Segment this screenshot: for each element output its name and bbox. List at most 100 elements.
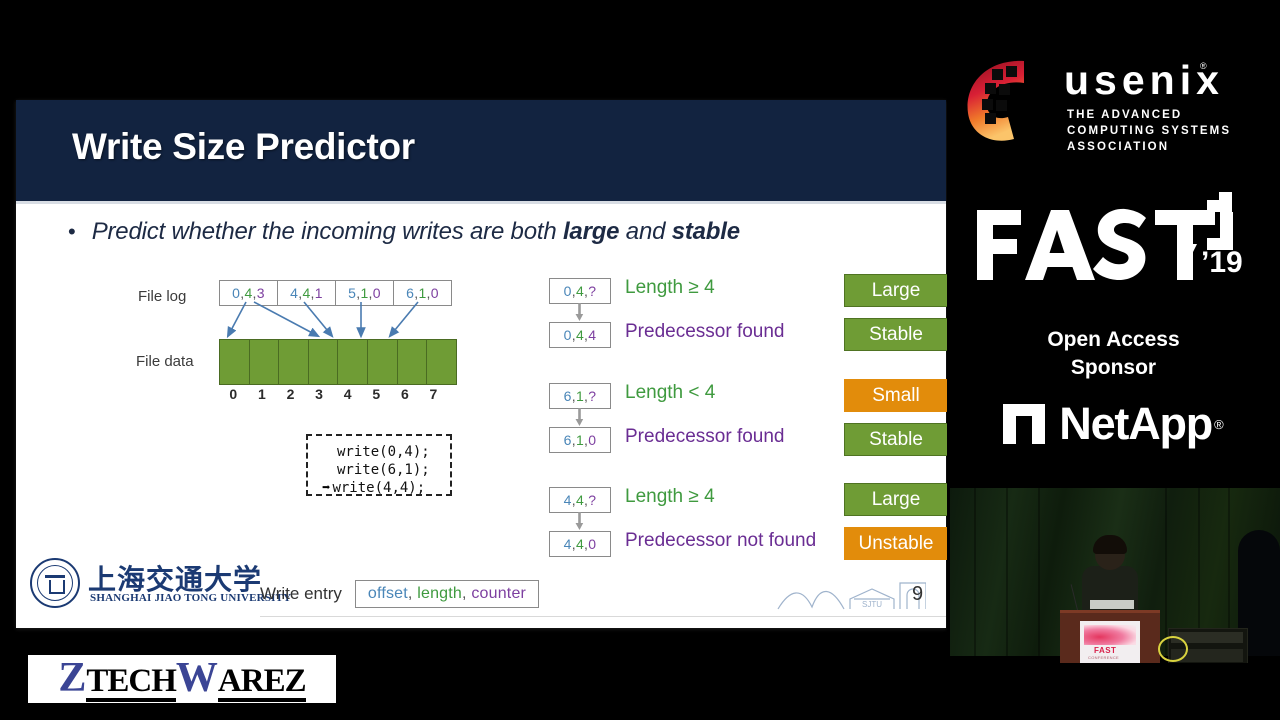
fast-year-text: ’19	[1201, 246, 1243, 279]
file-log-label: File log	[138, 288, 187, 305]
block-index-1: 1	[257, 386, 266, 402]
sponsor-line-2: Sponsor	[1070, 356, 1157, 379]
write-line-2: ➡ write(4,4);	[322, 479, 430, 497]
watermark-logo: Z TECH W AREZ	[28, 655, 336, 703]
podium-sign-swoosh	[1084, 625, 1136, 645]
bullet-prefix: Predict whether the incoming writes are …	[91, 218, 563, 245]
data-block-1	[249, 340, 280, 384]
stability-badge-1: Stable	[844, 423, 948, 456]
microphone-left-icon	[1070, 584, 1079, 612]
write-sequence-box: write(0,4); write(6,1); ➡ write(4,4);	[306, 434, 452, 496]
write-line-text-2: write(4,4);	[332, 480, 426, 496]
bullet-text: Predict whether the incoming writes are …	[92, 218, 740, 246]
campus-skyline-graphic: SJTU	[777, 582, 926, 610]
legend-label: Write entry	[260, 584, 342, 603]
netapp-logo: NetApp ®	[947, 396, 1280, 452]
flow-arrow-icon	[575, 408, 584, 426]
entry-before-0: 0, 4,?	[549, 278, 611, 304]
footer-rule	[260, 616, 946, 617]
data-block-2	[279, 340, 309, 384]
netapp-wordmark: NetApp	[1059, 398, 1213, 449]
write-sequence-lines: write(0,4); write(6,1); ➡ write(4,4);	[322, 443, 430, 497]
size-badge-2: Large	[844, 483, 948, 516]
podium: FAST CONFERENCE	[1060, 610, 1160, 663]
usenix-mark-icon	[967, 60, 1024, 141]
data-block-6	[397, 340, 428, 384]
watermark-tech: TECH	[86, 664, 177, 702]
bullet-middle: and	[619, 218, 672, 245]
title-band-edge	[16, 201, 946, 204]
fast-wordmark-icon: ’19	[977, 192, 1243, 281]
flow-arrow-icon	[575, 512, 584, 530]
bullet-row: • Predict whether the incoming writes ar…	[68, 218, 928, 246]
usenix-logo: usenix ® THE ADVANCED COMPUTING SYSTEMS …	[947, 45, 1280, 180]
stage-curtain-background: FAST CONFERENCE	[950, 488, 1280, 663]
university-seal-icon	[30, 558, 80, 608]
file-data-blocks	[219, 339, 457, 385]
usenix-tagline-2: COMPUTING SYSTEMS	[1067, 125, 1232, 137]
skyline-caption: SJTU	[862, 600, 882, 609]
watermark-w: W	[175, 654, 218, 701]
legend-box: offset, length, counter	[354, 580, 540, 608]
flow-arrow-icon	[575, 303, 584, 321]
file-data-label: File data	[136, 353, 194, 370]
bullet-bold-stable: stable	[671, 218, 740, 245]
watermark-z: Z	[58, 654, 87, 701]
result-text-1: Predecessor found	[625, 426, 785, 447]
university-seal-inner	[37, 565, 73, 601]
result-text-0: Predecessor found	[625, 321, 785, 342]
size-badge-0: Large	[844, 274, 948, 307]
block-index-2: 2	[286, 386, 295, 402]
legend-length: length	[417, 585, 463, 602]
file-data-index-row: 0 1 2 3 4 5 6 7	[219, 386, 448, 402]
netapp-registered-icon: ®	[1214, 416, 1224, 432]
block-index-3: 3	[315, 386, 323, 402]
coiled-cable	[1158, 636, 1188, 662]
entry-after-1: 6,1,0	[549, 427, 611, 453]
data-block-3	[308, 340, 339, 384]
presentation-slide: Write Size Predictor • Predict whether t…	[16, 100, 948, 628]
condition-text-1: Length < 4	[625, 382, 716, 403]
result-text-2: Predecessor not found	[625, 530, 817, 551]
slide-number: 9	[912, 583, 924, 605]
legend-offset: offset	[367, 585, 408, 602]
speaker-video-thumbnail[interactable]: FAST CONFERENCE	[950, 478, 1280, 663]
condition-text-0: Length ≥ 4	[625, 277, 715, 298]
watermark-arez: AREZ	[217, 664, 307, 702]
podium-fast-text: FAST	[1094, 646, 1117, 655]
usenix-tagline-1: THE ADVANCED	[1067, 109, 1183, 121]
usenix-tagline-3: ASSOCIATION	[1067, 141, 1170, 153]
entry-after-0: 0,4,4	[549, 322, 611, 348]
condition-text-2: Length ≥ 4	[625, 486, 715, 507]
stability-badge-0: Stable	[844, 318, 948, 351]
entry-after-2: 4,4,0	[549, 531, 611, 557]
entry-before-2: 4, 4,?	[549, 487, 611, 513]
write-line-0: write(0,4);	[337, 444, 430, 460]
size-badge-1: Small	[844, 379, 948, 412]
data-block-5	[367, 340, 398, 384]
block-index-4: 4	[343, 386, 352, 402]
watermark-text: Z TECH W AREZ	[58, 654, 307, 702]
speaker-hair	[1093, 535, 1127, 554]
university-logo: 上海交通大学 SHANGHAI JIAO TONG UNIVERSITY	[30, 556, 291, 614]
slide-title: Write Size Predictor	[72, 126, 415, 167]
usenix-registered-icon: ®	[1200, 61, 1207, 71]
fast-logo: ’19	[947, 180, 1280, 292]
write-entry-legend: Write entry offset, length, counter	[260, 580, 540, 608]
legend-counter: counter	[471, 585, 527, 602]
data-block-0	[220, 340, 250, 384]
sponsor-line-1: Open Access	[1047, 328, 1180, 351]
data-block-4	[338, 340, 368, 384]
current-line-arrow-icon: ➡	[322, 480, 331, 496]
entry-before-1: 6, 1,?	[549, 383, 611, 409]
block-index-5: 5	[372, 386, 381, 402]
netapp-mark-icon	[1003, 404, 1046, 444]
block-index-0: 0	[229, 386, 238, 402]
bullet-dot-icon: •	[68, 219, 76, 244]
block-index-7: 7	[429, 386, 438, 402]
data-block-7	[427, 340, 456, 384]
screenshot-root: Write Size Predictor • Predict whether t…	[0, 0, 1280, 720]
podium-sign-subtext: CONFERENCE	[1088, 655, 1120, 660]
bullet-bold-large: large	[562, 218, 620, 245]
laptop	[1090, 600, 1134, 609]
